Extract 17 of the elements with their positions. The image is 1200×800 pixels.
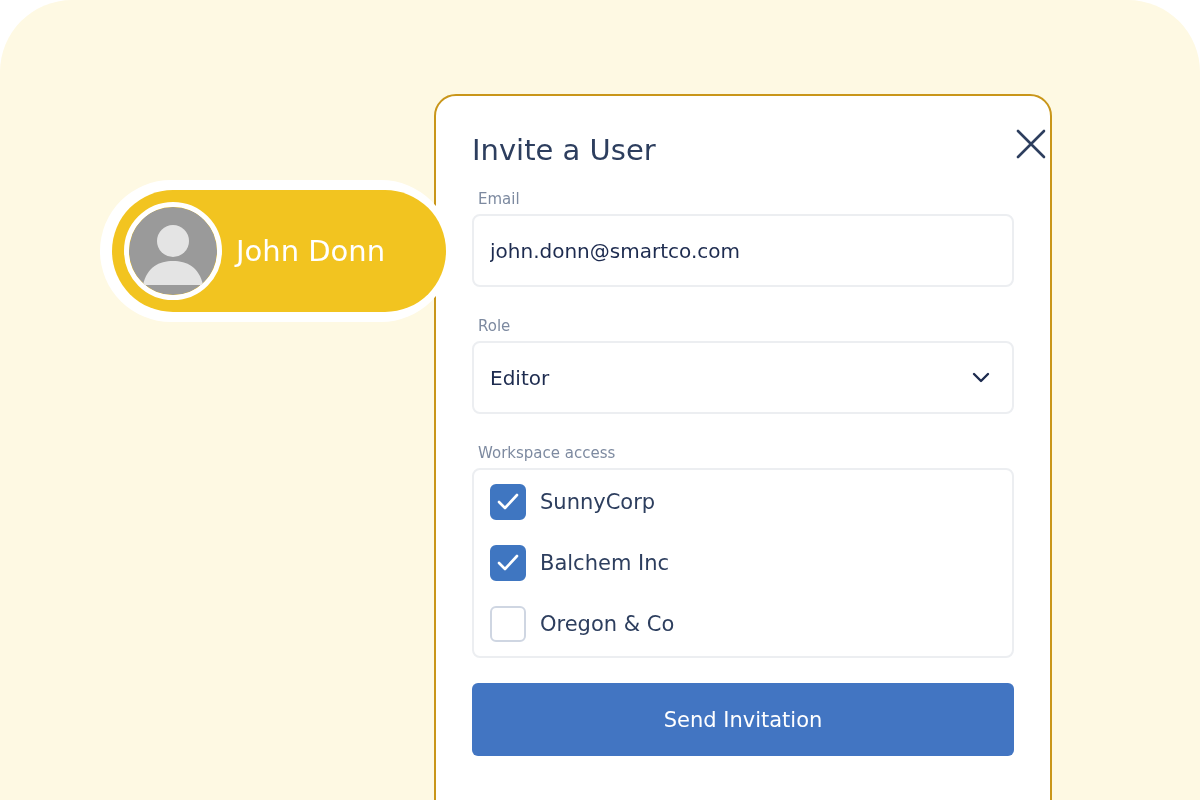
close-icon[interactable] (1016, 129, 1046, 159)
field-label: Role (478, 317, 512, 335)
checkbox[interactable] (490, 484, 526, 520)
dialog-title: Invite a User (472, 133, 656, 167)
role-dropdown[interactable]: Editor (472, 341, 1014, 414)
checkmark-icon (497, 493, 519, 511)
field-label: Workspace access (478, 444, 617, 462)
chevron-down-icon (972, 372, 990, 383)
checkbox-label: SunnyCorp (540, 490, 656, 514)
checkmark-icon (497, 554, 519, 572)
field-label: Email (478, 190, 521, 208)
send-invitation-button[interactable]: Send Invitation (472, 683, 1014, 756)
user-name: John Donn (236, 234, 386, 268)
checkbox[interactable] (490, 545, 526, 581)
email-field[interactable]: john.donn@smartco.com (472, 214, 1014, 287)
checkbox-label: Oregon & Co (540, 612, 675, 636)
checkbox-label: Balchem Inc (540, 551, 670, 575)
